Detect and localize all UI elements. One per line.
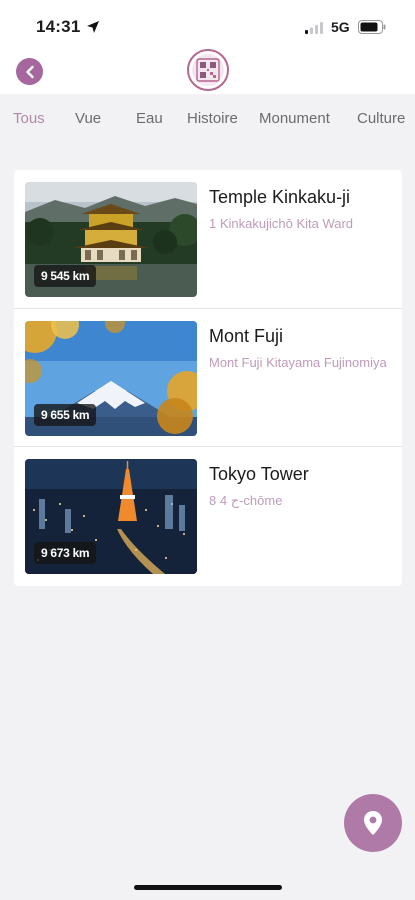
- tokyo-night-photo: 9 673 km: [25, 459, 197, 574]
- place-address: 1 Kinkakujichō Kita Ward: [209, 216, 354, 231]
- battery-icon: [358, 20, 386, 34]
- list-item[interactable]: 9 655 km Mont Fuji Mont Fuji Kitayama Fu…: [14, 308, 402, 446]
- category-tabs: Tous Vue Eau Histoire Monument Culture: [0, 96, 415, 142]
- list-item[interactable]: 9 545 km Temple Kinkaku-ji 1 Kinkakujich…: [14, 170, 402, 308]
- network-label: 5G: [331, 19, 350, 35]
- app-logo: [187, 49, 229, 91]
- places-list: 9 545 km Temple Kinkaku-ji 1 Kinkakujich…: [14, 170, 402, 586]
- map-pin-icon: [364, 811, 382, 835]
- place-address: Mont Fuji Kitayama Fujinomiya: [209, 355, 387, 370]
- golden-pavilion-photo: 9 545 km: [25, 182, 197, 297]
- tab-tous[interactable]: Tous: [13, 110, 45, 127]
- place-address: 8 ح 4-chōme: [209, 493, 283, 508]
- app-header: [0, 49, 415, 94]
- back-button[interactable]: [16, 58, 43, 85]
- map-button[interactable]: [344, 794, 402, 852]
- distance-badge: 9 655 km: [34, 404, 97, 426]
- distance-badge: 9 545 km: [34, 265, 97, 287]
- location-arrow-icon: [87, 21, 99, 33]
- tab-eau[interactable]: Eau: [136, 110, 163, 127]
- status-bar: 14:31 5G: [0, 0, 415, 52]
- tab-monument[interactable]: Monument: [259, 110, 330, 127]
- place-title: Temple Kinkaku-ji: [209, 187, 351, 207]
- status-time: 14:31: [36, 17, 81, 36]
- tab-culture[interactable]: Culture: [357, 110, 405, 127]
- signal-icon: [305, 22, 323, 34]
- tab-vue[interactable]: Vue: [75, 110, 101, 127]
- home-indicator[interactable]: [134, 885, 282, 890]
- distance-badge: 9 673 km: [34, 542, 97, 564]
- mount-fuji-photo: 9 655 km: [25, 321, 197, 436]
- chevron-left-icon: [25, 65, 34, 78]
- list-item[interactable]: 9 673 km Tokyo Tower 8 ح 4-chōme: [14, 446, 402, 584]
- place-title: Mont Fuji: [209, 326, 284, 346]
- tab-histoire[interactable]: Histoire: [187, 110, 238, 127]
- place-title: Tokyo Tower: [209, 464, 309, 484]
